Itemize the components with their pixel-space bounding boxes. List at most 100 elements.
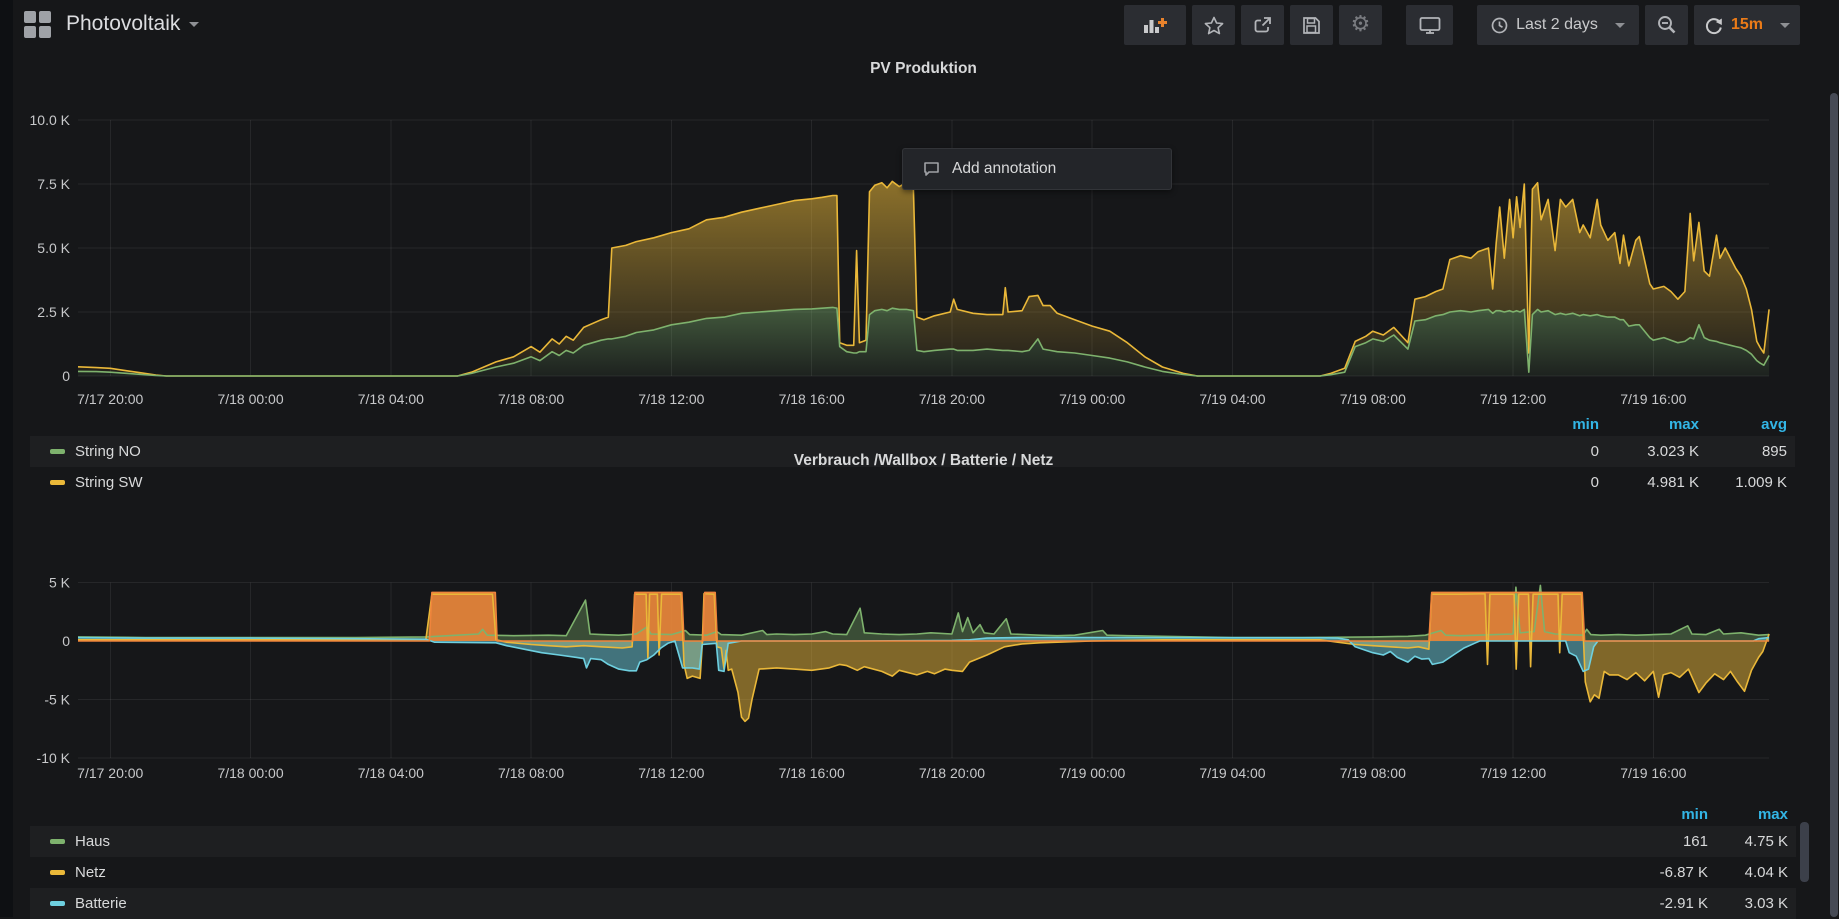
time-range-label: Last 2 days (1516, 16, 1598, 34)
toolbar: ⚙ Last 2 days (1124, 5, 1800, 45)
x-tick-label: 7/18 04:00 (358, 765, 424, 781)
chevron-down-icon (189, 22, 199, 27)
add-panel-button[interactable] (1124, 5, 1186, 45)
stat-min: -6.87 K (1632, 864, 1708, 881)
y-tick-label: -10 K (37, 750, 71, 766)
stat-avg: 1.009 K (1699, 474, 1787, 491)
legend-row-string-sw: String SW 0 4.981 K 1.009 K (30, 467, 1795, 498)
stat-min: 0 (1509, 474, 1599, 491)
dashboard-title-dropdown[interactable]: Photovoltaik (66, 12, 199, 36)
grid-square (39, 26, 51, 38)
stat-min: -2.91 K (1632, 895, 1708, 912)
legend-header-row: min max (30, 802, 1796, 826)
series-toggle-haus[interactable]: Haus (30, 833, 1632, 850)
legend-header-row: min max avg (30, 412, 1795, 436)
legend-row-haus: Haus 161 4.75 K (30, 826, 1796, 857)
series-toggle-string-sw[interactable]: String SW (30, 474, 1509, 491)
stat-max: 4.04 K (1708, 864, 1788, 881)
x-tick-label: 7/18 00:00 (217, 391, 283, 407)
x-tick-label: 7/17 20:00 (77, 765, 143, 781)
legend-header-min[interactable]: min (1509, 416, 1599, 433)
series-toggle-batterie[interactable]: Batterie (30, 895, 1632, 912)
navbar: Photovoltaik (13, 0, 1839, 48)
x-tick-label: 7/18 16:00 (779, 765, 845, 781)
x-tick-label: 7/19 16:00 (1620, 391, 1686, 407)
clock-icon (1491, 17, 1508, 34)
stat-max: 4.981 K (1599, 474, 1699, 491)
save-button[interactable] (1290, 5, 1333, 45)
x-tick-label: 7/18 12:00 (638, 391, 704, 407)
series-toggle-netz[interactable]: Netz (30, 864, 1632, 881)
series-swatch-yellow (50, 870, 65, 875)
tv-mode-button[interactable] (1406, 5, 1453, 45)
legend-header-max[interactable]: max (1708, 806, 1788, 823)
share-button[interactable] (1241, 5, 1284, 45)
legend-row-netz: Netz -6.87 K 4.04 K (30, 857, 1796, 888)
legend-row-batterie: Batterie -2.91 K 3.03 K (30, 888, 1796, 919)
y-tick-label: 2.5 K (37, 304, 70, 320)
chevron-down-icon (1780, 23, 1790, 28)
star-icon (1204, 16, 1224, 35)
pv-produktion-chart[interactable]: 10.0 K 7.5 K 5.0 K 2.5 K 0 7/17 20:00 7/18 00:… (0, 88, 1839, 418)
x-tick-label: 7/19 04:00 (1199, 391, 1265, 407)
zoom-out-button[interactable] (1645, 5, 1688, 45)
grid-square (39, 11, 51, 23)
time-range-picker[interactable]: Last 2 days (1477, 5, 1639, 45)
y-tick-label: 0 (62, 368, 70, 384)
legend-header-max[interactable]: max (1599, 416, 1699, 433)
refresh-interval-label: 15m (1731, 16, 1763, 34)
series-swatch-green (50, 839, 65, 844)
series-label: Netz (75, 864, 106, 881)
monitor-icon (1419, 16, 1441, 35)
series-label: Haus (75, 833, 110, 850)
x-tick-label: 7/19 00:00 (1059, 765, 1125, 781)
add-panel-icon (1143, 16, 1167, 34)
save-icon (1302, 16, 1321, 35)
x-tick-label: 7/19 04:00 (1199, 765, 1265, 781)
x-tick-label: 7/19 16:00 (1620, 765, 1686, 781)
y-tick-label: 0 (62, 633, 70, 649)
series-swatch-yellow (50, 480, 65, 485)
x-tick-label: 7/18 04:00 (358, 391, 424, 407)
x-tick-label: 7/18 20:00 (919, 391, 985, 407)
x-tick-label: 7/19 00:00 (1059, 391, 1125, 407)
grid-square (24, 26, 36, 38)
series-swatch-green (50, 449, 65, 454)
refresh-icon (1704, 16, 1723, 35)
share-icon (1252, 15, 1273, 35)
verbrauch-chart[interactable]: 5 K0-5 K-10 K7/17 20:007/18 00:007/18 04… (0, 520, 1839, 802)
legend-header-avg[interactable]: avg (1699, 416, 1787, 433)
x-tick-label: 7/18 08:00 (498, 765, 564, 781)
x-tick-label: 7/19 08:00 (1340, 391, 1406, 407)
stat-min: 161 (1632, 833, 1708, 850)
panel1-title[interactable]: PV Produktion (78, 60, 1769, 78)
zoom-out-icon (1657, 15, 1677, 35)
panel2-title[interactable]: Verbrauch /Wallbox / Batterie / Netz (78, 452, 1769, 470)
x-tick-label: 7/17 20:00 (77, 391, 143, 407)
x-tick-label: 7/18 00:00 (217, 765, 283, 781)
dashboard-title: Photovoltaik (66, 12, 180, 36)
legend-scrollbar-thumb[interactable] (1800, 822, 1809, 882)
settings-button[interactable]: ⚙ (1339, 5, 1382, 45)
legend-header-min[interactable]: min (1632, 806, 1708, 823)
x-tick-label: 7/19 12:00 (1480, 391, 1546, 407)
x-tick-label: 7/18 16:00 (779, 391, 845, 407)
page-scrollbar-thumb[interactable] (1830, 93, 1838, 917)
star-button[interactable] (1192, 5, 1235, 45)
series-label: String SW (75, 474, 143, 491)
comment-icon (923, 161, 940, 177)
add-annotation-menu-item[interactable]: Add annotation (902, 148, 1172, 190)
refresh-button[interactable]: 15m (1694, 5, 1800, 45)
x-tick-label: 7/18 20:00 (919, 765, 985, 781)
apps-grid-icon[interactable] (24, 11, 51, 38)
y-tick-label: 10.0 K (30, 112, 71, 128)
y-tick-label: 7.5 K (37, 176, 70, 192)
y-tick-label: 5.0 K (37, 240, 70, 256)
x-tick-label: 7/19 12:00 (1480, 765, 1546, 781)
series-label: Batterie (75, 895, 127, 912)
x-tick-label: 7/18 08:00 (498, 391, 564, 407)
grid-square (24, 11, 36, 23)
x-tick-label: 7/19 08:00 (1340, 765, 1406, 781)
y-tick-label: -5 K (44, 692, 70, 708)
add-annotation-label: Add annotation (952, 160, 1056, 178)
